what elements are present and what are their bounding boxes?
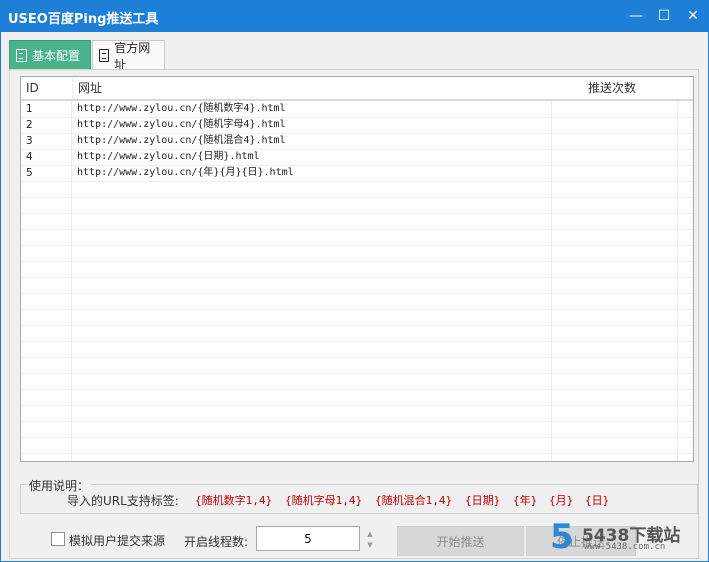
maximize-icon: ☐ bbox=[657, 8, 671, 24]
tag-date: {日期} bbox=[465, 494, 501, 507]
row-divider bbox=[21, 405, 693, 406]
row-url: http://www.zylou.cn/{随机数字4}.html bbox=[77, 103, 286, 114]
row-id: 3 bbox=[26, 135, 33, 147]
table-row[interactable]: 1 http://www.zylou.cn/{随机数字4}.html bbox=[21, 101, 693, 117]
spin-down-icon[interactable]: ▼ bbox=[364, 539, 376, 550]
close-icon: ✕ bbox=[687, 8, 699, 24]
tab-label: 基本配置 bbox=[32, 48, 81, 63]
row-divider bbox=[21, 197, 693, 198]
tag-random-digits: {随机数字1,4} bbox=[195, 494, 273, 507]
watermark-url: www.5438.com.cn bbox=[584, 542, 666, 552]
row-divider bbox=[21, 261, 693, 262]
close-button[interactable]: ✕ bbox=[677, 0, 709, 32]
row-divider bbox=[21, 277, 693, 278]
row-divider bbox=[21, 293, 693, 294]
row-id: 2 bbox=[26, 119, 33, 131]
tag-random-mixed: {随机混合1,4} bbox=[375, 494, 453, 507]
row-divider bbox=[21, 309, 693, 310]
tag-month: {月} bbox=[549, 494, 574, 507]
tags-label: 导入的URL支持标签: bbox=[67, 494, 179, 508]
column-header-id[interactable]: ID bbox=[21, 77, 72, 99]
spin-up-icon[interactable]: ▲ bbox=[364, 528, 376, 539]
simulate-source-checkbox[interactable] bbox=[51, 532, 65, 546]
row-url: http://www.zylou.cn/{日期}.html bbox=[77, 151, 260, 162]
usage-group: 使用说明： 导入的URL支持标签: {随机数字1,4} {随机字母1,4} {随… bbox=[20, 477, 698, 514]
row-url: http://www.zylou.cn/{随机混合4}.html bbox=[77, 135, 286, 146]
document-icon bbox=[99, 49, 110, 62]
simulate-source-label[interactable]: 模拟用户提交来源 bbox=[69, 532, 165, 549]
tag-day: {日} bbox=[585, 494, 610, 507]
row-id: 1 bbox=[26, 103, 33, 115]
threads-input[interactable] bbox=[256, 526, 360, 551]
tab-official-site[interactable]: 官方网址 bbox=[92, 40, 165, 72]
row-divider bbox=[21, 325, 693, 326]
row-divider bbox=[21, 213, 693, 214]
row-divider bbox=[21, 453, 693, 454]
tag-random-letters: {随机字母1,4} bbox=[285, 494, 363, 507]
row-url: http://www.zylou.cn/{年}{月}{日}.html bbox=[77, 167, 294, 178]
table-row[interactable]: 2 http://www.zylou.cn/{随机字母4}.html bbox=[21, 117, 693, 133]
client-area: 基本配置 官方网址 ID 网址 推送次数 1 http://www.zylou.c… bbox=[1, 32, 708, 561]
url-table[interactable]: ID 网址 推送次数 1 http://www.zylou.cn/{随机数字4}.… bbox=[20, 76, 694, 462]
row-divider bbox=[21, 373, 693, 374]
document-icon bbox=[16, 48, 27, 62]
row-divider bbox=[21, 341, 693, 342]
row-divider bbox=[21, 181, 693, 182]
table-row[interactable]: 5 http://www.zylou.cn/{年}{月}{日}.html bbox=[21, 165, 693, 181]
row-divider bbox=[21, 421, 693, 422]
maximize-button[interactable]: ☐ bbox=[648, 0, 680, 32]
row-id: 4 bbox=[26, 151, 33, 163]
start-push-button[interactable]: 开始推送 bbox=[397, 526, 524, 556]
threads-label: 开启线程数: bbox=[184, 535, 249, 549]
tab-label: 官方网址 bbox=[114, 40, 151, 72]
title-bar: USEO百度Ping推送工具 — ☐ ✕ bbox=[0, 0, 709, 32]
config-panel: ID 网址 推送次数 1 http://www.zylou.cn/{随机数字4}.… bbox=[9, 69, 699, 559]
column-header-count[interactable]: 推送次数 bbox=[583, 77, 673, 99]
table-row[interactable]: 3 http://www.zylou.cn/{随机混合4}.html bbox=[21, 133, 693, 149]
tag-year: {年} bbox=[513, 494, 538, 507]
row-divider bbox=[21, 229, 693, 230]
row-divider bbox=[21, 437, 693, 438]
table-header: ID 网址 推送次数 bbox=[21, 77, 693, 101]
row-divider bbox=[21, 389, 693, 390]
watermark: 5 5438下载站 www.5438.com.cn bbox=[548, 519, 698, 559]
row-id: 5 bbox=[26, 167, 33, 179]
row-url: http://www.zylou.cn/{随机字母4}.html bbox=[77, 119, 286, 130]
row-divider bbox=[21, 357, 693, 358]
minimize-icon: — bbox=[629, 8, 643, 24]
watermark-logo: 5 bbox=[550, 517, 574, 557]
window-title: USEO百度Ping推送工具 bbox=[8, 12, 159, 27]
tab-basic-config[interactable]: 基本配置 bbox=[9, 40, 91, 70]
row-divider bbox=[21, 245, 693, 246]
table-row[interactable]: 4 http://www.zylou.cn/{日期}.html bbox=[21, 149, 693, 165]
column-header-url[interactable]: 网址 bbox=[72, 77, 552, 99]
